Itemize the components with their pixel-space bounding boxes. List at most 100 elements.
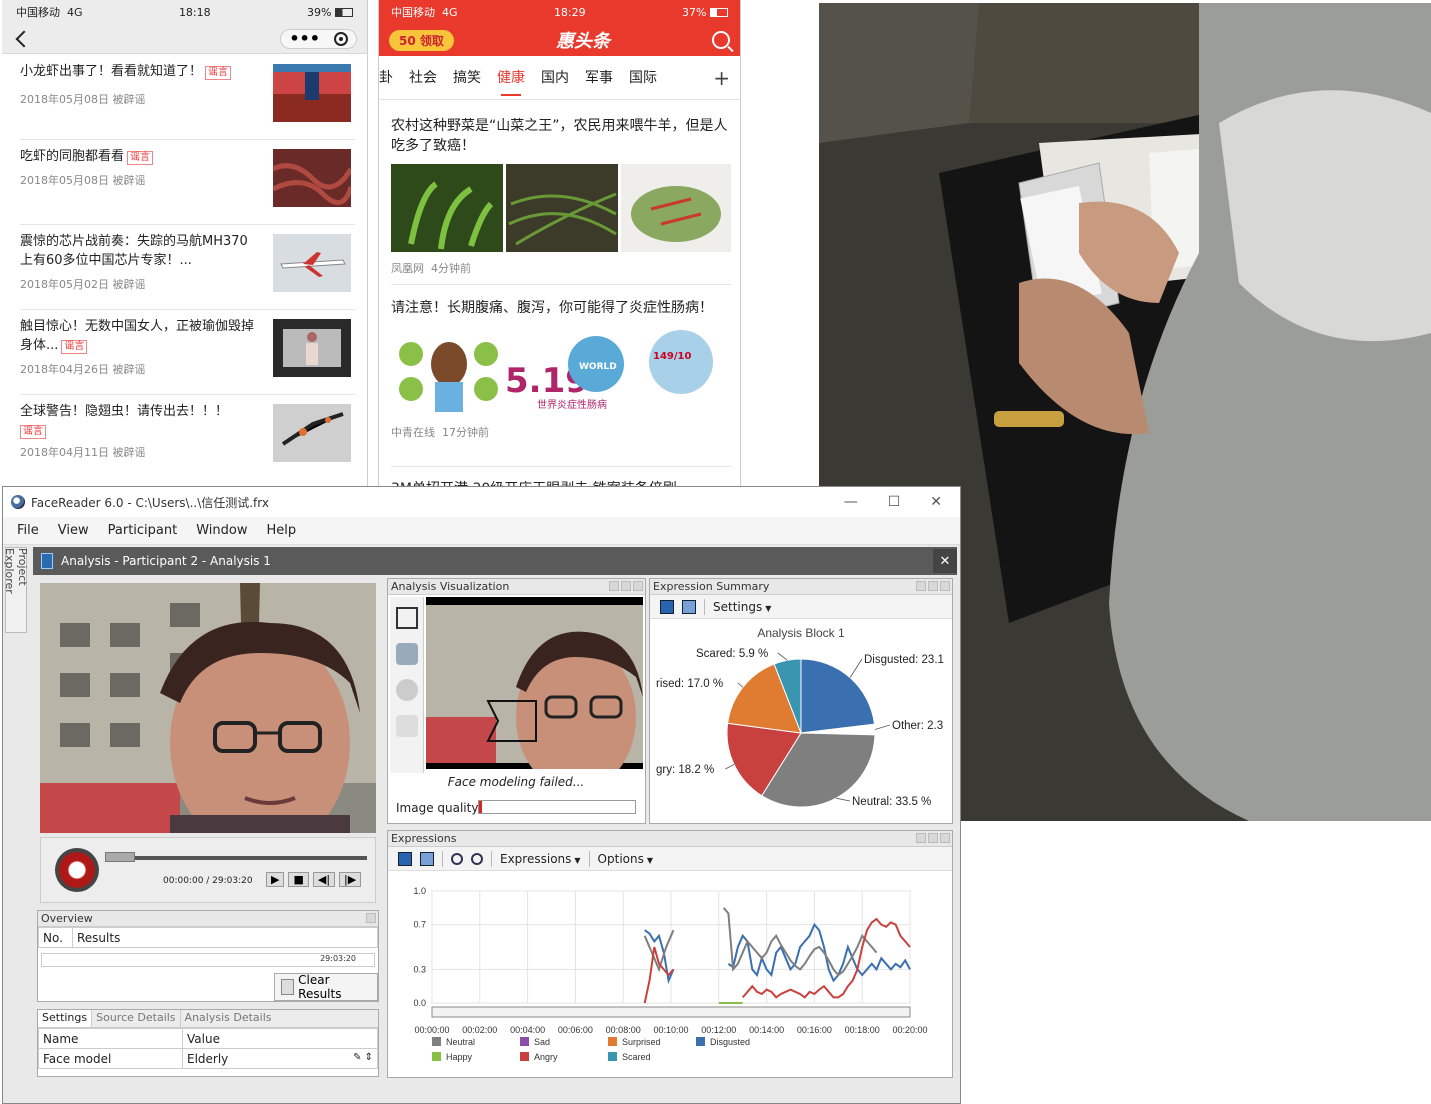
news-thumbnail xyxy=(273,149,351,207)
face-model-icon[interactable] xyxy=(395,679,418,701)
expressions-menu[interactable]: Expressions ▼ xyxy=(500,852,581,866)
menu-help[interactable]: Help xyxy=(266,523,296,538)
back-arrow-icon[interactable] xyxy=(15,30,33,47)
legend-label-surprised: Surprised xyxy=(622,1037,661,1047)
article-card[interactable]: 农村这种野菜是“山菜之王”，农民用来喂牛羊，但是人吃多了致癌！ 凤凰网 4分钟前 xyxy=(391,110,731,285)
close-target-icon[interactable] xyxy=(334,31,348,46)
seek-track[interactable] xyxy=(105,856,367,860)
list-item[interactable]: 震惊的芯片战前奏：失踪的马航MH370上有60多位中国芯片专家！... 2018… xyxy=(20,232,355,310)
panel-close-icon[interactable] xyxy=(633,581,643,591)
step-back-icon[interactable]: ◀| xyxy=(312,872,336,887)
clear-results-button[interactable]: Clear Results xyxy=(274,973,378,1001)
stop-icon[interactable]: ■ xyxy=(288,872,309,887)
expressions-panel: Expressions Expressions ▼ Options ▼ 00:00:… xyxy=(387,830,953,1078)
panel-close-icon[interactable] xyxy=(940,581,950,591)
panel-menu-icon[interactable] xyxy=(621,581,631,591)
chevron-down-icon: ▼ xyxy=(646,855,654,865)
add-tab-icon[interactable]: + xyxy=(703,66,740,90)
menu-view[interactable]: View xyxy=(58,523,89,538)
table-row[interactable]: Face model Elderly ✎ ⇕ xyxy=(38,1048,378,1069)
list-item[interactable]: 小龙虾出事了！看看就知道了！ 谣言 2018年05月08日 被辟谣 xyxy=(20,62,355,140)
menu-file[interactable]: File xyxy=(17,523,39,538)
zoom-out-icon[interactable] xyxy=(471,852,483,865)
article-title: 农村这种野菜是“山菜之王”，农民用来喂牛羊，但是人吃多了致癌！ xyxy=(391,118,728,154)
panel-pin-icon[interactable] xyxy=(916,581,926,591)
item-status: 被辟谣 xyxy=(112,363,146,376)
carrier-label: 中国移动 xyxy=(16,6,60,19)
copy-icon[interactable] xyxy=(420,851,434,866)
setting-value[interactable]: Elderly xyxy=(187,1052,228,1066)
seek-handle[interactable] xyxy=(105,852,135,862)
transport-controls: ▶ ■ ◀| |▶ xyxy=(266,872,362,887)
rumor-tag: 谣言 xyxy=(20,425,46,439)
list-item[interactable]: 触目惊心！无数中国女人，正被瑜伽毁掉身体... 谣言 2018年04月26日 被辟… xyxy=(20,317,355,395)
minimize-icon[interactable]: — xyxy=(844,494,858,510)
tab-domestic[interactable]: 国内 xyxy=(533,56,577,100)
item-date: 2018年05月08日 xyxy=(20,174,109,187)
pie-leader-line xyxy=(835,797,851,802)
panel-close-icon[interactable] xyxy=(940,833,950,843)
panel-pin-icon[interactable] xyxy=(366,913,376,923)
expression-icon[interactable] xyxy=(395,715,418,737)
legend-swatch-happy xyxy=(432,1052,441,1061)
tab-international[interactable]: 国际 xyxy=(621,56,665,100)
face-mesh-icon[interactable] xyxy=(395,643,418,665)
article-card[interactable]: 请注意！长期腹痛、腹泻，你可能得了炎症性肠病！ 5.19 世界炎症性肠病 WOR… xyxy=(391,292,731,467)
edit-pencil-icon[interactable]: ✎ ⇕ xyxy=(353,1052,373,1063)
more-dots-icon[interactable]: ••• xyxy=(289,30,320,46)
legend-label-angry: Angry xyxy=(534,1052,558,1062)
close-icon[interactable]: ✕ xyxy=(930,494,942,510)
x-tick-label: 00:18:00 xyxy=(845,1025,880,1035)
tab-military[interactable]: 军事 xyxy=(577,56,621,100)
frame-tool-icon[interactable] xyxy=(395,607,418,629)
legend-label-disgusted: Disgusted xyxy=(710,1037,750,1047)
panel-menu-icon[interactable] xyxy=(928,833,938,843)
x-tick-label: 00:12:00 xyxy=(701,1025,736,1035)
maximize-icon[interactable]: ☐ xyxy=(888,494,901,510)
tab-settings[interactable]: Settings xyxy=(38,1010,93,1027)
item-title: 全球警告！隐翅虫！请传出去！！！ xyxy=(20,404,229,419)
play-icon[interactable]: ▶ xyxy=(266,872,285,887)
chevron-down-icon: ▼ xyxy=(765,603,772,613)
coin-claim-button[interactable]: 50 领取 xyxy=(389,29,454,51)
tab-society[interactable]: 社会 xyxy=(401,56,445,100)
step-forward-icon[interactable]: |▶ xyxy=(339,872,362,887)
panel-menu-icon[interactable] xyxy=(928,581,938,591)
search-icon[interactable] xyxy=(712,31,730,49)
list-item[interactable]: 吃虾的同胞都看看 谣言 2018年05月08日 被辟谣 xyxy=(20,147,355,225)
list-item[interactable]: 全球警告！隐翅虫！请传出去！！！ 谣言 2018年04月11日 被辟谣 xyxy=(20,402,355,480)
panel-pin-icon[interactable] xyxy=(916,833,926,843)
tab-health[interactable]: 健康 xyxy=(489,56,533,100)
item-title: 触目惊心！无数中国女人，正被瑜伽毁掉身体... xyxy=(20,319,255,353)
zoom-in-icon[interactable] xyxy=(451,852,463,865)
tab-gossip[interactable]: 卦 xyxy=(379,56,401,100)
tab-funny[interactable]: 搞笑 xyxy=(445,56,489,100)
article-source: 凤凰网 xyxy=(391,262,424,275)
legend-swatch-surprised xyxy=(608,1037,617,1046)
status-bar: 中国移动 4G 18:29 37% xyxy=(379,0,740,24)
save-icon[interactable] xyxy=(660,599,674,614)
copy-icon[interactable] xyxy=(682,599,696,614)
menu-participant[interactable]: Participant xyxy=(108,523,178,538)
summary-settings-menu[interactable]: Settings ▼ xyxy=(713,600,771,614)
x-tick-label: 00:04:00 xyxy=(510,1025,545,1035)
menu-window[interactable]: Window xyxy=(196,523,247,538)
legend-label-neutral: Neutral xyxy=(446,1037,475,1047)
item-date: 2018年04月11日 xyxy=(20,446,109,459)
pie-title: Analysis Block 1 xyxy=(757,626,845,640)
options-menu[interactable]: Options ▼ xyxy=(598,852,653,866)
time-scrollbar xyxy=(431,1006,911,1018)
legend-swatch-scared xyxy=(608,1052,617,1061)
pie-slice-disgusted xyxy=(800,658,876,734)
tab-source-details[interactable]: Source Details xyxy=(92,1010,181,1027)
close-document-icon[interactable]: ✕ xyxy=(933,549,957,573)
save-icon[interactable] xyxy=(398,851,412,866)
item-date: 2018年05月02日 xyxy=(20,278,109,291)
project-explorer-tab[interactable]: Project Explorer xyxy=(3,547,29,633)
tab-analysis-details[interactable]: Analysis Details xyxy=(181,1010,276,1027)
panel-pin-icon[interactable] xyxy=(609,581,619,591)
setting-name: Face model xyxy=(38,1048,183,1069)
results-timeline[interactable]: 29:03:20 xyxy=(41,953,375,967)
carrier-label: 中国移动 xyxy=(391,6,435,19)
record-button[interactable] xyxy=(55,848,99,892)
